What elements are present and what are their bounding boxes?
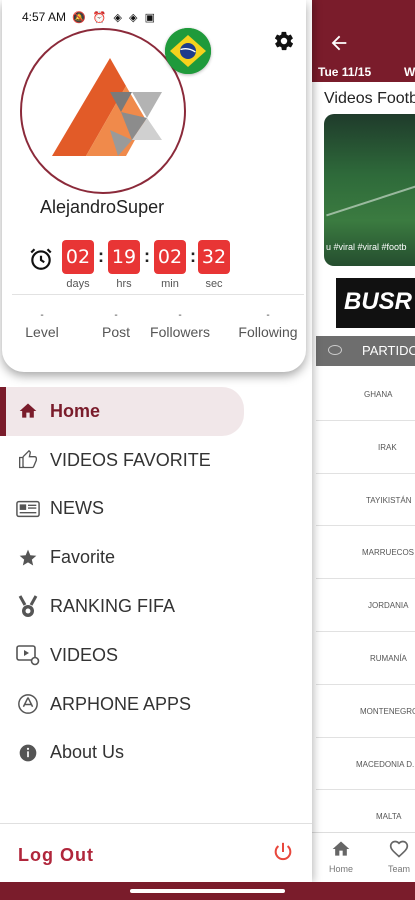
stat-level-value: - [40, 310, 44, 321]
nav-team-label: Team [387, 864, 410, 874]
stat-following[interactable]: - Following [228, 310, 308, 340]
alarm-clock-icon [28, 246, 54, 272]
stat-post-label: Post [101, 324, 130, 340]
menu-item-videos-favorite[interactable]: VIDEOS FAVORITE [0, 436, 312, 485]
menu-item-arphone-apps[interactable]: ARPHONE APPS [0, 680, 312, 729]
stat-level[interactable]: - Level [2, 310, 82, 340]
menu-item-label: About Us [50, 742, 125, 763]
menu-item-news[interactable]: NEWS [0, 485, 312, 534]
menu-item-videos[interactable]: VIDEOS [0, 631, 312, 680]
match-row[interactable]: MARRUECOS [316, 526, 415, 580]
logout-bar[interactable]: Log Out [0, 823, 312, 882]
status-bar: 4:57 AM 🔕 ⏰ ◈ ◈ ▣ [22, 10, 157, 24]
back-arrow-icon[interactable] [328, 32, 358, 60]
arphone-logo-icon [52, 58, 162, 156]
menu-item-about-us[interactable]: About Us [0, 729, 312, 778]
heart-icon [374, 839, 415, 864]
video-settings-icon [16, 643, 40, 667]
timer-hours-label: hrs [116, 278, 132, 290]
home-icon [16, 399, 40, 423]
match-row[interactable]: IRAK [316, 421, 415, 474]
system-nav-bar [0, 882, 415, 900]
timer-separator: : [98, 246, 104, 266]
screen: Tue 11/15 W Videos Footb u #viral #viral… [0, 0, 415, 900]
menu-item-label: ARPHONE APPS [50, 693, 192, 714]
nav-home[interactable]: Home [316, 839, 366, 874]
menu-item-label: VIDEOS FAVORITE [50, 449, 211, 470]
stat-followers-value: - [178, 310, 182, 321]
info-icon [16, 741, 40, 765]
videos-section-title: Videos Footb [324, 90, 415, 107]
status-icons: 🔕 ⏰ ◈ ◈ ▣ [72, 11, 157, 24]
menu-item-label: RANKING FIFA [50, 596, 176, 617]
match-row[interactable]: MONTENEGRO [316, 685, 415, 738]
power-icon[interactable] [270, 841, 296, 867]
background-app: Tue 11/15 W Videos Footb u #viral #viral… [308, 0, 415, 900]
gear-icon[interactable] [270, 30, 298, 58]
logout-button[interactable]: Log Out [18, 845, 94, 866]
stat-following-value: - [266, 310, 270, 321]
menu-item-home[interactable]: Home [0, 387, 244, 436]
menu-item-favorite[interactable]: Favorite [0, 533, 312, 582]
timer-separator: : [190, 246, 196, 266]
star-icon [16, 546, 40, 570]
match-row[interactable]: GHANA [316, 368, 415, 421]
video-thumbnail[interactable]: u #viral #viral #footb [324, 114, 415, 266]
app-store-icon [16, 692, 40, 716]
background-header: Tue 11/15 W [308, 0, 415, 82]
status-time: 4:57 AM [22, 10, 67, 24]
menu-item-label: NEWS [50, 498, 104, 519]
date-tab-next[interactable]: W [404, 65, 415, 79]
avatar[interactable] [20, 28, 186, 194]
nav-team[interactable]: Team [374, 839, 415, 874]
sponsor-banner[interactable]: BUSR [336, 278, 415, 328]
match-row[interactable]: RUMANÍA [316, 632, 415, 685]
stat-followers-label: Followers [150, 324, 210, 340]
timer-minutes: 02 [154, 240, 186, 274]
timer-hours: 19 [108, 240, 140, 274]
timer-separator: : [144, 246, 150, 266]
stat-level-label: Level [25, 324, 59, 340]
bottom-nav: Home Team [308, 832, 415, 882]
menu-item-label: Favorite [50, 547, 116, 568]
timer-days: 02 [62, 240, 94, 274]
medal-icon [16, 594, 40, 619]
matches-header-label: PARTIDO [362, 343, 415, 358]
thumbs-up-icon [16, 448, 40, 472]
navigation-drawer: 4:57 AM 🔕 ⏰ ◈ ◈ ▣ AlejandroSuper 02 days… [0, 0, 312, 882]
video-caption: u #viral #viral #footb [326, 242, 407, 252]
profile-card: 4:57 AM 🔕 ⏰ ◈ ◈ ▣ AlejandroSuper 02 days… [2, 0, 306, 372]
nav-home-label: Home [328, 864, 353, 874]
menu-item-ranking-fifa[interactable]: RANKING FIFA [0, 582, 312, 631]
timer-days-label: days [66, 278, 90, 290]
date-tab[interactable]: Tue 11/15 [318, 65, 371, 79]
stats-divider [12, 294, 304, 295]
brazil-flag-icon [165, 28, 211, 74]
menu-item-label: Home [50, 400, 101, 421]
home-indicator[interactable] [130, 889, 285, 893]
drawer-menu: Home VIDEOS FAVORITE NEWS Favorite RANKI… [0, 387, 312, 777]
matches-list: GHANA IRAK TAYIKISTÁN MARRUECOS JORDANIA… [316, 368, 415, 844]
newspaper-icon [16, 497, 40, 521]
stat-followers[interactable]: - Followers [140, 310, 220, 340]
timer-seconds: 32 [198, 240, 230, 274]
sponsor-banner-text: BUSR [344, 288, 413, 315]
match-row[interactable]: JORDANIA [316, 579, 415, 632]
match-row[interactable]: TAYIKISTÁN [316, 474, 415, 527]
home-icon [316, 839, 366, 864]
username: AlejandroSuper [40, 197, 165, 217]
match-row[interactable]: MACEDONIA D. [316, 738, 415, 791]
timer-seconds-label: sec [205, 278, 223, 290]
ball-icon [328, 345, 342, 355]
menu-item-label: VIDEOS [50, 644, 119, 665]
stat-following-label: Following [238, 324, 298, 340]
timer-minutes-label: min [161, 278, 179, 290]
matches-section-header: PARTIDO [316, 336, 415, 366]
